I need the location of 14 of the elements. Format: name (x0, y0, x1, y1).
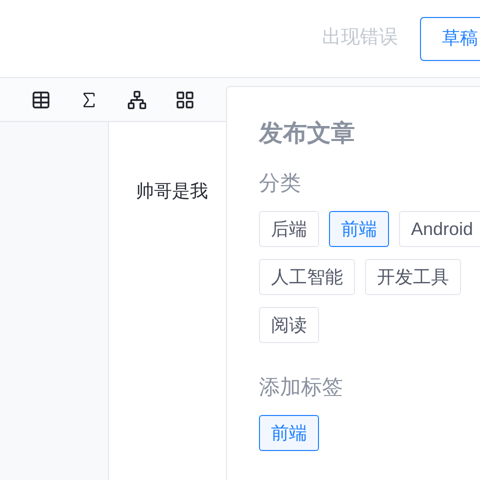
grid-icon[interactable] (175, 90, 195, 110)
tag-button[interactable]: 后端 (259, 211, 319, 247)
hierarchy-icon[interactable] (127, 90, 147, 110)
table-icon[interactable] (31, 90, 51, 110)
tag-button[interactable]: Android (399, 211, 480, 247)
editor-text: 帅哥是我 (136, 181, 208, 201)
status-text: 出现错误 (322, 26, 398, 50)
category-label: 分类 (259, 171, 301, 197)
tags-label: 添加标签 (259, 375, 343, 401)
panel-title: 发布文章 (259, 119, 355, 149)
tag-button[interactable]: 开发工具 (365, 259, 461, 295)
tag-button[interactable]: 阅读 (259, 307, 319, 343)
draft-button[interactable]: 草稿 (420, 16, 480, 60)
tag-button[interactable]: 人工智能 (259, 259, 355, 295)
